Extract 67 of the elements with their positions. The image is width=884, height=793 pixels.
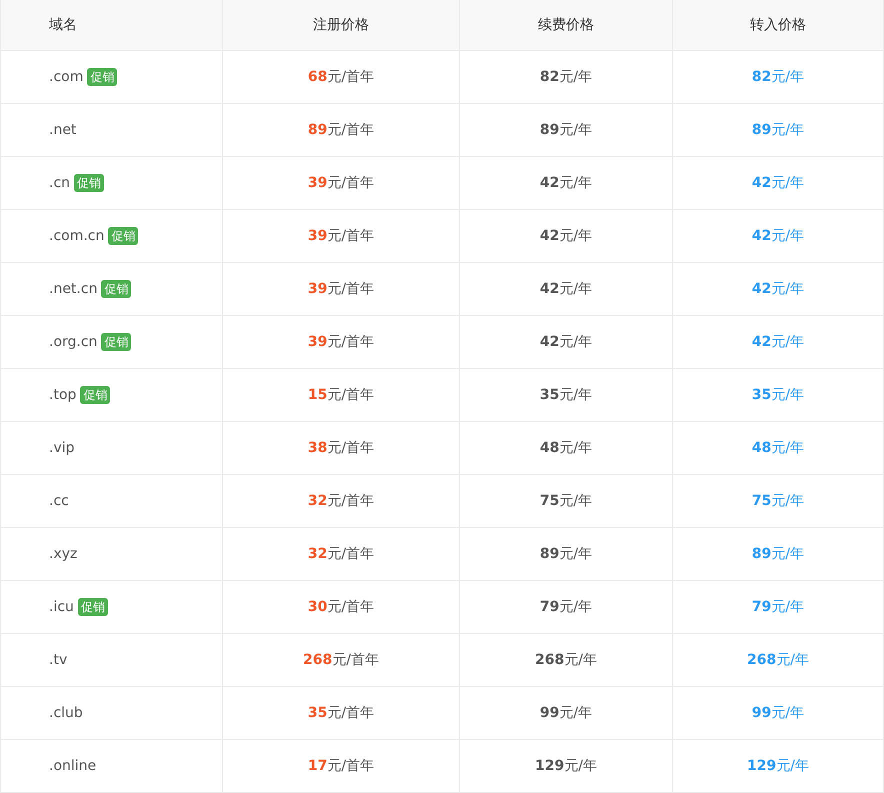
price-text: 42元/年 [540, 280, 592, 298]
price-text: 68元/首年 [308, 68, 374, 86]
promo-badge: 促销 [87, 68, 118, 86]
price-text: 32元/首年 [308, 492, 374, 510]
price-text: 35元/年 [752, 386, 804, 404]
price-text: 268元/首年 [303, 651, 379, 669]
domain-name: .com.cn [49, 228, 104, 244]
price-text: 89元/年 [540, 121, 592, 139]
domain-name: .cn [49, 175, 70, 191]
domain-name: .net [49, 122, 76, 138]
price-text: 30元/首年 [308, 598, 374, 616]
domain-name: .tv [49, 652, 68, 668]
domain-name: .icu [49, 599, 74, 615]
price-text: 39元/首年 [308, 280, 374, 298]
promo-badge: 促销 [74, 174, 104, 192]
domain-name: .net.cn [49, 281, 98, 297]
price-text: 79元/年 [540, 598, 592, 616]
price-text: 129元/年 [535, 757, 597, 775]
domain-name: .xyz [49, 546, 78, 562]
price-text: 17元/首年 [308, 757, 374, 775]
price-text: 82元/年 [752, 68, 804, 86]
domain-name: .cc [49, 493, 69, 509]
price-text: 42元/年 [540, 174, 592, 192]
price-text: 99元/年 [752, 704, 804, 722]
price-text: 35元/首年 [308, 704, 374, 722]
price-text: 48元/年 [752, 439, 804, 457]
column-header: 域名 [49, 16, 77, 34]
price-text: 42元/年 [752, 174, 804, 192]
promo-badge: 促销 [80, 386, 110, 404]
price-text: 75元/年 [540, 492, 592, 510]
price-text: 268元/年 [747, 651, 809, 669]
price-text: 79元/年 [752, 598, 804, 616]
price-text: 42元/年 [540, 227, 592, 245]
price-text: 15元/首年 [308, 386, 374, 404]
price-text: 89元/首年 [308, 121, 374, 139]
price-text: 268元/年 [535, 651, 597, 669]
domain-name: .org.cn [49, 334, 98, 350]
promo-badge: 促销 [108, 227, 138, 245]
price-text: 42元/年 [540, 333, 592, 351]
price-text: 89元/年 [752, 121, 804, 139]
price-text: 39元/首年 [308, 333, 374, 351]
column-header: 注册价格 [313, 16, 369, 34]
price-text: 39元/首年 [308, 174, 374, 192]
price-text: 42元/年 [752, 333, 804, 351]
promo-badge: 促销 [78, 598, 108, 616]
price-text: 82元/年 [540, 68, 592, 86]
column-header: 续费价格 [538, 16, 594, 34]
price-text: 39元/首年 [308, 227, 374, 245]
domain-name: .online [49, 758, 96, 774]
promo-badge: 促销 [101, 333, 132, 351]
domain-name: .vip [49, 440, 75, 456]
domain-name: .club [49, 705, 83, 721]
price-text: 38元/首年 [308, 439, 374, 457]
promo-badge: 促销 [101, 280, 132, 298]
column-header: 转入价格 [750, 16, 806, 34]
price-text: 35元/年 [540, 386, 592, 404]
domain-name: .com [49, 69, 84, 85]
price-text: 42元/年 [752, 280, 804, 298]
price-text: 89元/年 [752, 545, 804, 563]
domain-name: .top [49, 387, 76, 403]
price-text: 99元/年 [540, 704, 592, 722]
price-text: 32元/首年 [308, 545, 374, 563]
price-text: 42元/年 [752, 227, 804, 245]
price-text: 89元/年 [540, 545, 592, 563]
price-text: 75元/年 [752, 492, 804, 510]
price-text: 129元/年 [747, 757, 809, 775]
price-text: 48元/年 [540, 439, 592, 457]
